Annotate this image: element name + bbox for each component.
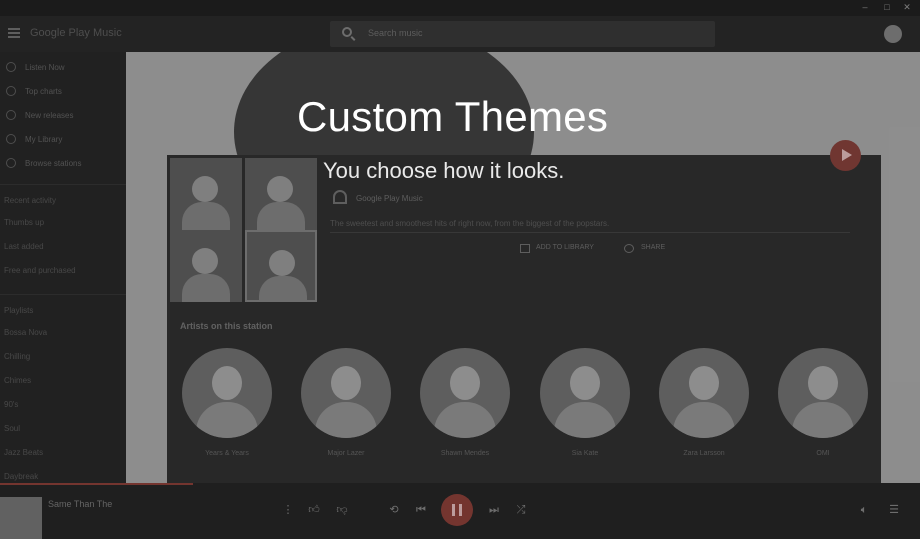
app-window: – □ ✕ Google Play Music Search music Lis… [0,0,920,539]
promo-overlay [0,0,920,539]
promo-subtitle: You choose how it looks. [323,158,565,183]
promo-title: Custom Themes [297,93,609,140]
